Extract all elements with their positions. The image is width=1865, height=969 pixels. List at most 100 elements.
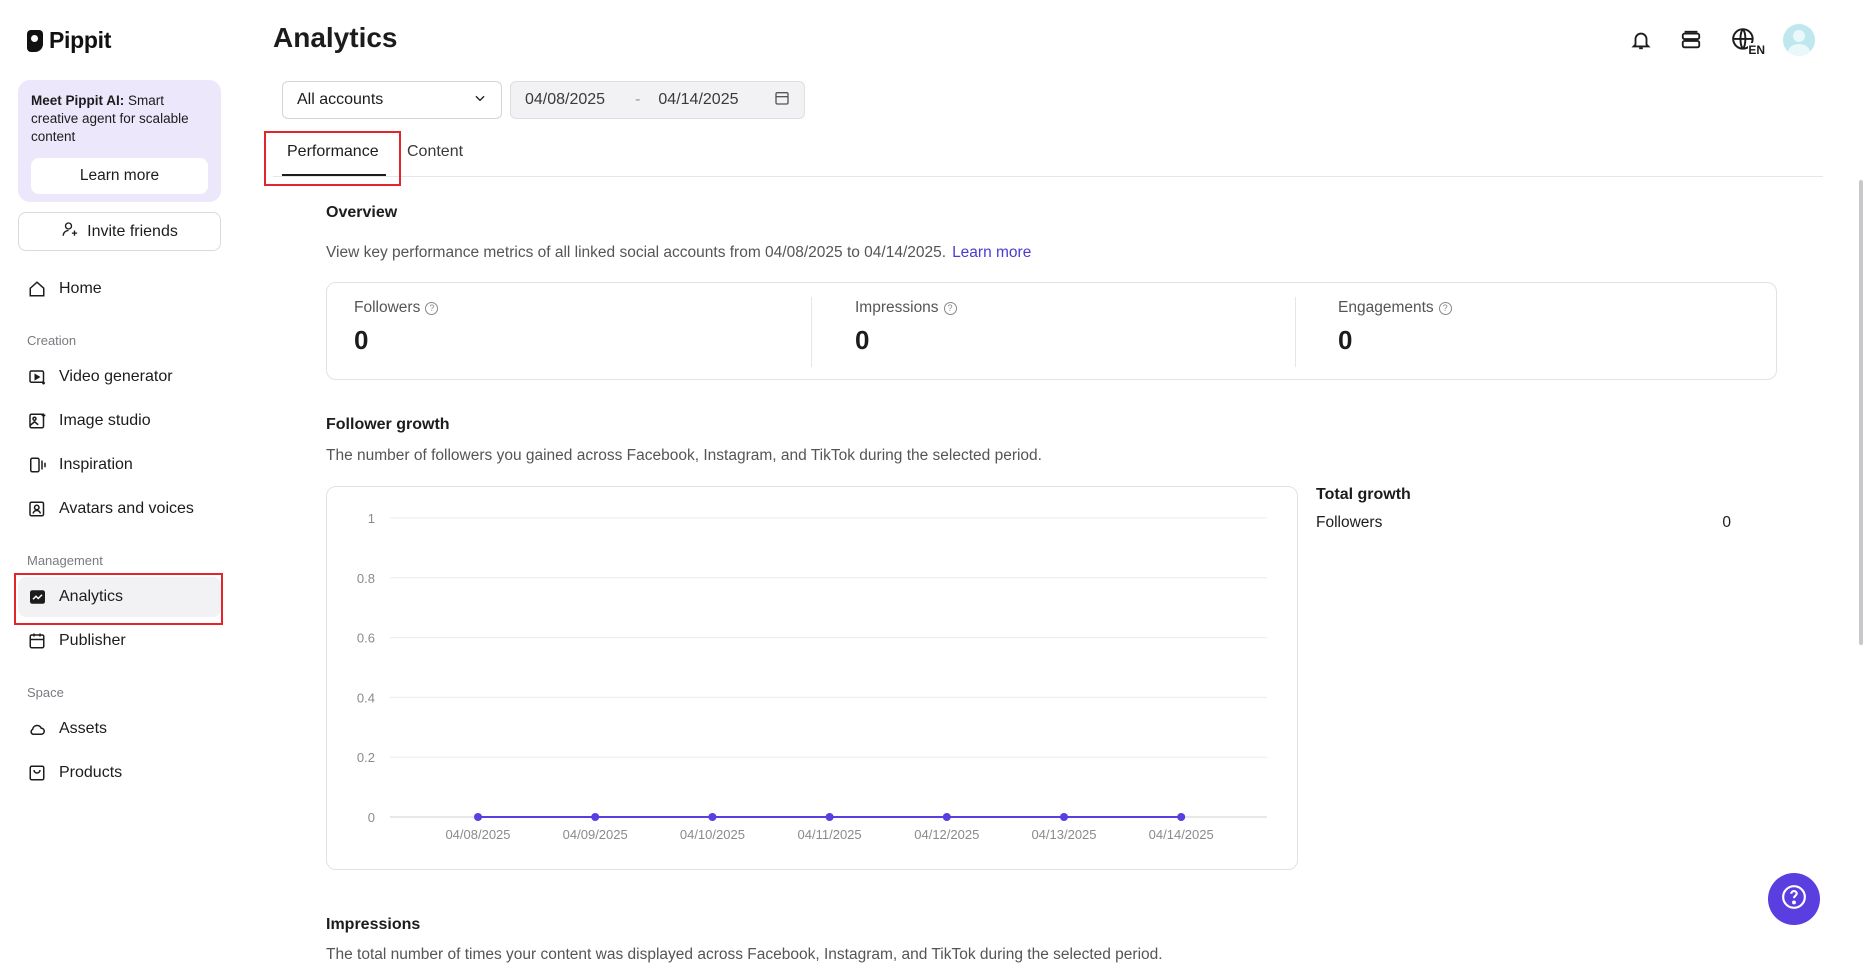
- y-tick-label: 0.8: [357, 571, 375, 586]
- sidebar-item-label: Avatars and voices: [59, 500, 194, 517]
- x-tick-label: 04/10/2025: [680, 827, 745, 842]
- sidebar-item-home[interactable]: Home: [18, 269, 221, 309]
- data-point: [825, 813, 834, 821]
- language-globe-icon[interactable]: EN: [1727, 26, 1765, 57]
- start-date[interactable]: 04/08/2025: [525, 91, 605, 109]
- sidebar-item-inspiration[interactable]: Inspiration: [18, 445, 221, 485]
- impressions-description: The total number of times your content w…: [326, 946, 1163, 963]
- page-scrollbar[interactable]: [1859, 180, 1863, 645]
- account-select[interactable]: All accounts: [282, 81, 502, 119]
- metric-label: Followers: [354, 299, 421, 316]
- sidebar-item-avatars-and-voices[interactable]: Avatars and voices: [18, 489, 221, 529]
- help-icon[interactable]: ?: [425, 301, 439, 315]
- invite-friends-button[interactable]: Invite friends: [18, 212, 221, 251]
- total-growth-label: Followers: [1316, 514, 1383, 531]
- section-creation: Creation: [27, 333, 77, 348]
- end-date[interactable]: 04/14/2025: [658, 91, 738, 109]
- help-button[interactable]: [1768, 873, 1820, 925]
- x-tick-label: 04/08/2025: [445, 827, 510, 842]
- sidebar-item-label: Video generator: [59, 368, 173, 385]
- sidebar-item-image-studio[interactable]: Image studio: [18, 401, 221, 441]
- data-point: [708, 813, 717, 821]
- cloud-icon: [27, 719, 47, 739]
- user-avatar[interactable]: [1783, 24, 1815, 56]
- analytics-icon: [27, 587, 47, 607]
- data-point: [591, 813, 600, 821]
- inspiration-icon: [27, 455, 47, 475]
- metric-label: Engagements: [1338, 299, 1434, 316]
- total-growth-title: Total growth: [1316, 486, 1411, 503]
- sidebar-item-label: Inspiration: [59, 456, 133, 473]
- divider: [1295, 297, 1296, 367]
- y-tick-label: 0: [368, 810, 375, 825]
- avatar-icon: [27, 499, 47, 519]
- pippit-logo[interactable]: Pippit: [27, 27, 111, 54]
- impressions-title: Impressions: [326, 916, 421, 933]
- pippit-logo-icon: [27, 29, 43, 52]
- metric-value: 0: [354, 325, 369, 355]
- add-user-icon: [61, 220, 79, 243]
- learn-more-link[interactable]: Learn more: [952, 244, 1031, 261]
- sidebar-item-publisher[interactable]: Publisher: [18, 621, 221, 661]
- sidebar-item-label: Assets: [59, 720, 108, 737]
- data-point: [1177, 813, 1186, 821]
- video-icon: [27, 367, 47, 387]
- overview-description: View key performance metrics of all link…: [326, 244, 1031, 262]
- metric-label: Impressions: [855, 299, 939, 316]
- y-tick-label: 0.2: [357, 750, 375, 765]
- total-growth-panel: Total growth Followers 0: [1316, 486, 1736, 532]
- section-management: Management: [27, 553, 103, 568]
- question-circle-icon: [1781, 884, 1807, 915]
- promo-card: Meet Pippit AI: Smart creative agent for…: [18, 80, 221, 202]
- calendar-icon[interactable]: [774, 90, 790, 111]
- sidebar-item-analytics[interactable]: Analytics: [18, 577, 221, 617]
- notification-bell-icon[interactable]: [1627, 26, 1655, 54]
- sidebar-item-video-generator[interactable]: Video generator: [18, 357, 221, 397]
- metric-value: 0: [1338, 325, 1353, 355]
- help-icon[interactable]: ?: [943, 301, 957, 315]
- help-icon[interactable]: ?: [1438, 301, 1452, 315]
- sidebar-item-label: Home: [59, 280, 102, 297]
- promo-text: Meet Pippit AI: Smart creative agent for…: [31, 92, 208, 146]
- account-select-value: All accounts: [297, 91, 384, 108]
- product-icon: [27, 763, 47, 783]
- x-tick-label: 04/12/2025: [914, 827, 979, 842]
- sidebar-item-label: Analytics: [59, 588, 124, 605]
- y-tick-label: 0.4: [357, 690, 375, 705]
- date-range-picker[interactable]: 04/08/2025 - 04/14/2025: [510, 81, 805, 119]
- follower-growth-chart: 0 0.2 0.4 0.6 0.8 1 04/08/2025 04/09/2025 04/10/…: [326, 486, 1298, 870]
- divider: [811, 297, 812, 367]
- app-name: Pippit: [49, 27, 112, 53]
- tab-performance[interactable]: Performance: [287, 143, 379, 161]
- invite-friends-label: Invite friends: [87, 222, 178, 240]
- x-tick-label: 04/09/2025: [563, 827, 628, 842]
- sidebar-item-label: Publisher: [59, 632, 126, 649]
- sidebar: Pippit Meet Pippit AI: Smart creative ag…: [0, 0, 238, 969]
- chart-svg: 0 0.2 0.4 0.6 0.8 1 04/08/2025 04/09/2025 04/10/…: [357, 511, 1267, 842]
- total-growth-row: Followers 0: [1316, 514, 1736, 532]
- sidebar-item-products[interactable]: Products: [18, 753, 221, 793]
- follower-growth-description: The number of followers you gained acros…: [326, 447, 1042, 464]
- data-point: [942, 813, 951, 821]
- data-point: [474, 813, 482, 821]
- x-tick-label: 04/13/2025: [1031, 827, 1096, 842]
- data-point: [1060, 813, 1068, 821]
- page-title: Analytics: [273, 22, 398, 53]
- promo-learn-more-button[interactable]: Learn more: [31, 158, 208, 194]
- section-space: Space: [27, 685, 64, 700]
- chevron-down-icon: [473, 91, 487, 110]
- overview-desc-text: View key performance metrics of all link…: [326, 244, 947, 261]
- active-tab-indicator: [282, 174, 386, 176]
- promo-bold-text: Meet Pippit AI:: [31, 93, 125, 108]
- x-tick-label: 04/11/2025: [798, 827, 862, 842]
- y-tick-label: 0.6: [357, 631, 375, 646]
- sidebar-item-assets[interactable]: Assets: [18, 709, 221, 749]
- tabs: Performance Content: [273, 133, 1823, 177]
- sidebar-item-label: Image studio: [59, 412, 151, 429]
- tab-content[interactable]: Content: [407, 143, 463, 161]
- stack-icon[interactable]: [1677, 26, 1705, 54]
- metric-impressions: Impressions? 0: [855, 299, 957, 356]
- sidebar-item-label: Products: [59, 764, 123, 781]
- follower-growth-title: Follower growth: [326, 416, 450, 433]
- x-tick-label: 04/14/2025: [1149, 827, 1214, 842]
